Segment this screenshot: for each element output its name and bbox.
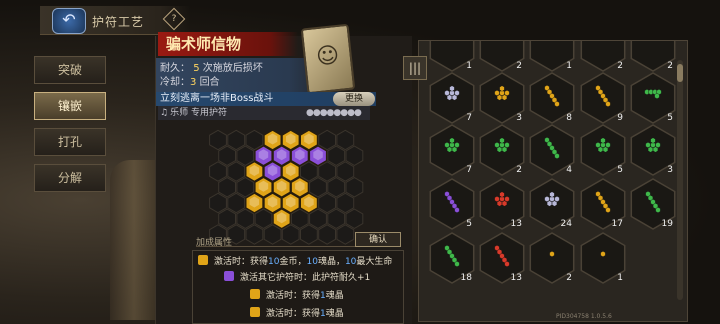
inventory-slot[interactable]: 1 xyxy=(580,232,626,284)
gem-piece xyxy=(600,137,606,144)
gem-piece xyxy=(446,146,453,153)
slot-count: 2 xyxy=(516,61,522,71)
slot-count: 19 xyxy=(662,219,674,229)
slot-count: 17 xyxy=(612,219,623,229)
gem-piece xyxy=(546,200,553,207)
gem-piece xyxy=(449,137,455,144)
slot-count: 2 xyxy=(617,61,623,71)
gem-piece xyxy=(655,206,661,214)
gem-piece xyxy=(654,92,660,100)
inventory-slot[interactable]: 9 xyxy=(580,72,626,124)
gem-piece xyxy=(501,94,508,101)
gem-piece xyxy=(551,200,558,207)
gem-piece xyxy=(449,85,455,92)
inventory-slot[interactable]: 7 xyxy=(429,124,475,176)
gem-piece xyxy=(602,146,609,153)
inventory-slot[interactable]: 5 xyxy=(429,178,475,230)
gem-piece xyxy=(605,100,611,108)
slot-count: 1 xyxy=(617,273,623,283)
slot-count: 18 xyxy=(461,273,473,283)
gem-piece xyxy=(499,191,505,198)
inventory-slot[interactable]: 2 xyxy=(479,21,525,72)
slot-count: 3 xyxy=(667,165,673,175)
gem-piece xyxy=(446,94,453,101)
gem-piece xyxy=(451,146,458,153)
inventory-slot[interactable]: 13 xyxy=(479,178,525,230)
gem-piece xyxy=(454,206,460,214)
inventory-slot[interactable]: 2 xyxy=(529,232,575,284)
slot-count: 5 xyxy=(617,165,623,175)
version-text: PID304758 1.0.5.6 xyxy=(556,313,612,320)
inventory-slot[interactable]: 1 xyxy=(429,21,475,72)
scrollbar-thumb[interactable] xyxy=(677,64,683,82)
slot-count: 7 xyxy=(466,113,472,123)
slot-count: 13 xyxy=(511,273,522,283)
slot-count: 5 xyxy=(667,113,673,123)
slot-count: 7 xyxy=(466,165,472,175)
slot-count: 13 xyxy=(511,219,522,229)
inventory-slot[interactable]: 8 xyxy=(529,72,575,124)
gem-piece xyxy=(496,94,503,101)
inventory-slot[interactable]: 13 xyxy=(479,232,525,284)
slot-count: 9 xyxy=(617,113,623,123)
inventory-slot[interactable]: 7 xyxy=(429,72,475,124)
gem-piece xyxy=(554,100,560,108)
slot-count: 3 xyxy=(516,113,522,123)
slot-count: 8 xyxy=(566,113,572,123)
slot-count: 5 xyxy=(466,219,472,229)
gem-piece xyxy=(600,250,606,258)
inventory-slot[interactable]: 5 xyxy=(630,72,676,124)
inventory-slot[interactable]: 2 xyxy=(479,124,525,176)
inventory-slot[interactable]: 3 xyxy=(630,124,676,176)
slot-count: 24 xyxy=(561,219,573,229)
gem-piece xyxy=(647,146,654,153)
gem-piece xyxy=(499,85,505,92)
gem-piece xyxy=(597,146,604,153)
gem-piece xyxy=(496,200,503,207)
gem-piece xyxy=(652,146,659,153)
gem-piece xyxy=(650,137,656,144)
slot-count: 2 xyxy=(667,61,673,71)
gem-piece xyxy=(451,94,458,101)
inventory-slot[interactable]: 1 xyxy=(529,21,575,72)
gem-piece xyxy=(501,200,508,207)
gem-piece xyxy=(549,191,555,198)
inventory-slot[interactable]: 3 xyxy=(479,72,525,124)
gem-piece xyxy=(554,152,560,160)
inventory-grid: 1 2 1 2 27 3 8 9 57 2 4 5 35 13 24 17 1918 13 2 1 xyxy=(429,21,676,284)
inventory-slot[interactable]: 19 xyxy=(630,178,676,230)
slot-count: 1 xyxy=(566,61,572,71)
slot-count: 4 xyxy=(566,165,572,175)
gem-piece xyxy=(504,260,510,268)
inventory-slot[interactable]: 2 xyxy=(630,21,676,72)
inventory-slot[interactable]: 24 xyxy=(529,178,575,230)
inventory-slot[interactable]: 17 xyxy=(580,178,626,230)
inventory-slot[interactable]: 4 xyxy=(529,124,575,176)
gem-piece xyxy=(499,137,505,144)
gem-piece xyxy=(549,250,555,258)
inventory-slot[interactable]: 2 xyxy=(580,21,626,72)
slot-count: 2 xyxy=(516,165,522,175)
inventory-scrollbar[interactable] xyxy=(677,60,683,300)
inventory-slot[interactable]: 18 xyxy=(429,232,475,284)
inventory-slot[interactable]: 5 xyxy=(580,124,626,176)
slot-count: 2 xyxy=(566,273,572,283)
slot-count: 1 xyxy=(466,61,472,71)
gem-piece xyxy=(454,260,460,268)
gem-piece xyxy=(501,146,508,153)
gem-piece xyxy=(605,206,611,214)
gem-piece xyxy=(496,146,503,153)
